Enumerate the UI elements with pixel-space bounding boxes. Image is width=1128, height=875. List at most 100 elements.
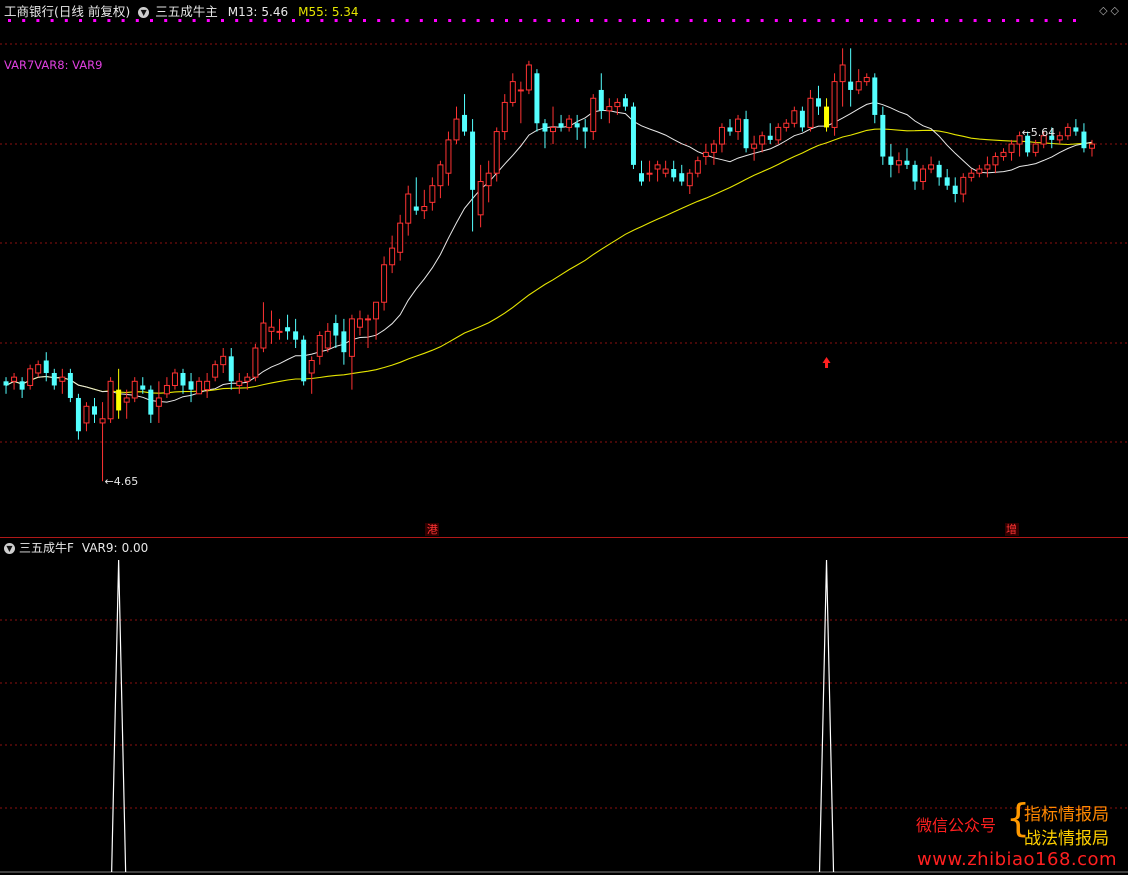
candle-body-up: [381, 264, 388, 303]
dropdown-icon[interactable]: ▼: [138, 6, 150, 18]
candle-body-signal: [116, 389, 122, 411]
var9-spike: [818, 559, 835, 873]
dot-marker: [632, 19, 636, 22]
event-tag-zeng[interactable]: 增: [1004, 523, 1019, 536]
candle-body-up: [252, 347, 259, 378]
candle-body-up: [759, 135, 766, 145]
dot-marker: [959, 19, 963, 22]
dot-marker: [363, 19, 366, 22]
dot-marker: [1058, 19, 1062, 22]
m13-value: 5.46: [261, 5, 289, 19]
candle-body-down: [542, 123, 548, 132]
candle-body-up: [702, 151, 709, 158]
candle-body-up: [485, 172, 492, 187]
stock-name[interactable]: 工商银行(日线 前复权): [4, 3, 130, 21]
dot-marker: [1073, 19, 1076, 22]
candle-body-down: [679, 173, 685, 182]
candle-body-down: [301, 339, 307, 382]
candle-body-up: [405, 193, 412, 224]
event-tag-gang[interactable]: 港: [425, 523, 440, 536]
candle-body-down: [75, 397, 81, 432]
candle-body-down: [188, 381, 194, 390]
window-control-icons[interactable]: ◇◇: [1099, 4, 1122, 17]
m55-label: M55:: [298, 5, 328, 19]
candle-body-down: [815, 98, 821, 107]
candle-body-down: [727, 127, 733, 132]
dot-marker: [718, 19, 721, 22]
candle-body-down: [639, 173, 645, 182]
watermark-wechat: 微信公众号: [916, 816, 997, 835]
candle-body-up: [196, 380, 203, 395]
dot-marker: [746, 19, 750, 22]
candle-body-down: [912, 164, 918, 182]
candle-body-down: [462, 114, 468, 132]
candle-body-up: [276, 330, 283, 333]
candle-body-up: [453, 118, 460, 141]
candle-body-up: [27, 368, 34, 386]
candle-body-up: [244, 376, 251, 382]
candle-body-up: [59, 376, 66, 382]
candle-body-down: [582, 127, 588, 132]
high-price-label: ←5.64: [1022, 126, 1056, 139]
candle-body-down: [285, 327, 291, 332]
dot-marker: [647, 19, 650, 22]
up-arrow-icon: [822, 357, 831, 368]
dot-marker: [519, 19, 523, 22]
candle-body-up: [686, 172, 693, 187]
candle-body-up: [831, 81, 838, 128]
candle-body-down: [534, 73, 540, 124]
candle-body-up: [308, 360, 315, 374]
candle-body-up: [397, 222, 404, 253]
dot-marker: [703, 19, 707, 22]
candle-body-down: [671, 169, 677, 178]
candle-body-down: [51, 372, 57, 386]
candle-body-up: [976, 168, 983, 174]
candle-body-up: [895, 160, 902, 166]
candle-body-down: [904, 160, 910, 165]
dot-marker: [732, 19, 736, 22]
sub-dropdown-icon[interactable]: ▼: [4, 542, 15, 554]
chart-canvas[interactable]: [0, 0, 1128, 875]
candle-body-down: [413, 206, 419, 211]
candle-body-down: [558, 123, 564, 128]
candle-body-up: [550, 126, 557, 133]
candle-body-up: [163, 384, 170, 395]
dot-marker: [845, 19, 849, 22]
candle-body-up: [928, 164, 935, 170]
var9-spike: [111, 559, 127, 873]
watermark-name1: 指标情报局: [1024, 805, 1109, 825]
candle-body-up: [123, 397, 130, 403]
candle-body-up: [1008, 143, 1015, 153]
dot-marker: [689, 19, 693, 22]
candle-body-up: [654, 164, 661, 170]
dot-marker: [377, 19, 381, 22]
candle-body-down: [936, 164, 942, 178]
sub-indicator-name[interactable]: 三五成牛F: [19, 540, 74, 556]
watermark-site: www.zhibiao168.com: [917, 849, 1118, 870]
candle-body-down: [333, 323, 339, 336]
candle-body-up: [710, 143, 717, 153]
candle-body-up: [107, 380, 114, 420]
candle-body-up: [590, 97, 597, 133]
candle-body-up: [268, 326, 275, 332]
candle-body-down: [92, 406, 98, 415]
candle-body-down: [293, 331, 299, 340]
dot-marker: [973, 19, 977, 22]
candle-body-down: [148, 389, 154, 415]
candle-body-up: [735, 118, 742, 133]
dot-marker: [661, 19, 665, 22]
indicator-name[interactable]: 三五成牛主: [155, 3, 218, 21]
candle-body-up: [1032, 143, 1039, 153]
candle-body-up: [220, 355, 227, 366]
candle-body-up: [429, 185, 436, 203]
dot-marker: [618, 19, 622, 22]
candle-body-down: [3, 381, 9, 386]
candle-body-down: [880, 114, 886, 157]
dot-marker: [945, 19, 949, 22]
dot-marker: [902, 19, 906, 22]
candle-body-up: [783, 122, 790, 128]
candle-body-up: [992, 156, 999, 166]
candle-body-signal: [824, 106, 830, 128]
candle-body-up: [1000, 151, 1007, 158]
candle-body-up: [1056, 135, 1063, 141]
